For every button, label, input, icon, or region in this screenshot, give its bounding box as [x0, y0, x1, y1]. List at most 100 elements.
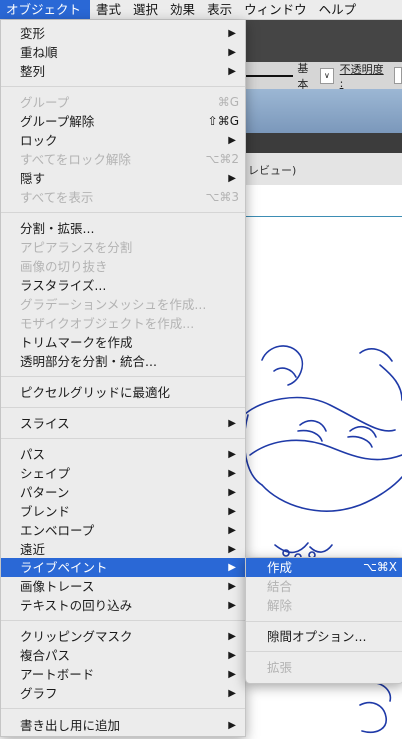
menu-item-label: パターン: [20, 485, 70, 500]
menu-shortcut: ⌥⌘3: [205, 190, 239, 204]
menu-item-label: 解除: [267, 598, 293, 613]
menu-bar: オブジェクト 書式 選択 効果 表示 ウィンドウ ヘルプ: [0, 0, 402, 20]
menu-item-shape[interactable]: シェイプ ▶: [1, 464, 245, 483]
menu-item-clipping-mask[interactable]: クリッピングマスク ▶: [1, 627, 245, 646]
menu-item-label: 作成: [267, 560, 293, 575]
opacity-field[interactable]: [394, 67, 402, 84]
document-tab-label[interactable]: レビュー): [248, 162, 296, 178]
submenu-arrow-icon: ▶: [228, 468, 236, 479]
menu-item-label: 拡張: [267, 660, 293, 675]
menu-item-unlock-all: すべてをロック解除 ⌥⌘2: [1, 150, 245, 169]
menu-item-label: ラスタライズ...: [20, 278, 107, 293]
menu-item-make-pixel-perfect[interactable]: ピクセルグリッドに最適化: [1, 383, 245, 402]
submenu-arrow-icon: ▶: [228, 28, 236, 39]
menu-item-label: ライブペイント: [20, 560, 108, 575]
menu-item-live-paint[interactable]: ライブペイント ▶: [1, 558, 245, 577]
menu-shortcut: ⌥⌘2: [205, 152, 239, 166]
submenu-item-gap-options[interactable]: 隙間オプション...: [246, 627, 402, 646]
menu-item-slice[interactable]: スライス ▶: [1, 414, 245, 433]
menu-item-compound-path[interactable]: 複合パス ▶: [1, 646, 245, 665]
menu-item-label: ブレンド: [20, 504, 71, 519]
menu-item-image-trace[interactable]: 画像トレース ▶: [1, 577, 245, 596]
submenu-arrow-icon: ▶: [228, 449, 236, 460]
menu-item-graph[interactable]: グラフ ▶: [1, 684, 245, 703]
menu-item-label: 画像の切り抜き: [20, 259, 108, 274]
menu-item-expand-appearance: アピアランスを分割: [1, 238, 245, 257]
menu-item-hide[interactable]: 隠す ▶: [1, 169, 245, 188]
menu-item-label: 画像トレース: [20, 579, 95, 594]
menu-item-envelope[interactable]: エンベロープ ▶: [1, 521, 245, 540]
menu-item-label: グラフ: [20, 686, 58, 701]
menu-item-label: 整列: [20, 64, 46, 79]
menu-item-artboards[interactable]: アートボード ▶: [1, 665, 245, 684]
stroke-style-dropdown[interactable]: ∨: [320, 67, 334, 84]
menu-effect[interactable]: 効果: [164, 0, 201, 19]
menu-item-label: 分割・拡張...: [20, 221, 95, 236]
stroke-style-label: 基本: [297, 61, 309, 91]
submenu-arrow-icon: ▶: [228, 487, 236, 498]
menu-item-label: グループ解除: [20, 114, 95, 129]
menu-separator: [246, 651, 402, 652]
menu-item-create-trim-marks[interactable]: トリムマークを作成: [1, 333, 245, 352]
submenu-item-merge: 結合: [246, 577, 402, 596]
menu-view[interactable]: 表示: [201, 0, 238, 19]
menu-item-label: グループ: [20, 95, 70, 110]
menu-item-show-all: すべてを表示 ⌥⌘3: [1, 188, 245, 207]
menu-item-rasterize[interactable]: ラスタライズ...: [1, 276, 245, 295]
menu-item-pattern[interactable]: パターン ▶: [1, 483, 245, 502]
submenu-item-release: 解除: [246, 596, 402, 615]
menu-shortcut: ⌥⌘X: [362, 560, 397, 574]
submenu-arrow-icon: ▶: [228, 135, 236, 146]
menu-item-ungroup[interactable]: グループ解除 ⇧⌘G: [1, 112, 245, 131]
menu-help[interactable]: ヘルプ: [313, 0, 363, 19]
menu-type[interactable]: 書式: [90, 0, 127, 19]
menu-item-label: ピクセルグリッドに最適化: [20, 385, 171, 400]
submenu-arrow-icon: ▶: [228, 688, 236, 699]
menu-item-label: 変形: [20, 26, 46, 41]
menu-item-blend[interactable]: ブレンド ▶: [1, 502, 245, 521]
menu-item-label: グラデーションメッシュを作成...: [20, 297, 207, 312]
live-paint-submenu: 作成 ⌥⌘X 結合 解除 隙間オプション... 拡張: [245, 557, 402, 684]
menu-window[interactable]: ウィンドウ: [238, 0, 313, 19]
menu-item-align[interactable]: 整列 ▶: [1, 62, 245, 81]
menu-separator: [1, 212, 245, 213]
submenu-arrow-icon: ▶: [228, 581, 236, 592]
menu-separator: [1, 407, 245, 408]
menu-separator: [1, 620, 245, 621]
menu-item-label: 透明部分を分割・統合...: [20, 354, 157, 369]
menu-item-label: 隠す: [20, 171, 46, 186]
menu-item-perspective[interactable]: 遠近 ▶: [1, 540, 245, 559]
menu-object[interactable]: オブジェクト: [0, 0, 91, 19]
menu-item-flatten-transparency[interactable]: 透明部分を分割・統合...: [1, 352, 245, 371]
submenu-arrow-icon: ▶: [228, 562, 236, 573]
menu-item-add-to-export[interactable]: 書き出し用に追加 ▶: [1, 716, 245, 735]
menu-item-create-object-mosaic: モザイクオブジェクトを作成...: [1, 314, 245, 333]
opacity-label[interactable]: 不透明度 :: [340, 61, 389, 90]
menu-item-label: ロック: [20, 133, 58, 148]
submenu-item-make[interactable]: 作成 ⌥⌘X: [246, 558, 402, 577]
menu-item-arrange[interactable]: 重ね順 ▶: [1, 43, 245, 62]
menu-separator: [1, 86, 245, 87]
submenu-arrow-icon: ▶: [228, 173, 236, 184]
menu-item-label: 書き出し用に追加: [20, 718, 121, 733]
menu-item-expand[interactable]: 分割・拡張...: [1, 219, 245, 238]
menu-item-crop-image: 画像の切り抜き: [1, 257, 245, 276]
menu-item-text-wrap[interactable]: テキストの回り込み ▶: [1, 596, 245, 615]
submenu-item-expand: 拡張: [246, 658, 402, 677]
menu-item-path[interactable]: パス ▶: [1, 445, 245, 464]
menu-item-label: 遠近: [20, 542, 46, 557]
menu-item-group: グループ ⌘G: [1, 93, 245, 112]
menu-item-label: すべてを表示: [20, 190, 94, 205]
control-bar: 基本 ∨ 不透明度 :: [230, 61, 402, 91]
submenu-arrow-icon: ▶: [228, 66, 236, 77]
menu-item-label: エンベロープ: [20, 523, 95, 538]
menu-select[interactable]: 選択: [127, 0, 164, 19]
stroke-preview: [244, 74, 294, 77]
menu-item-label: 結合: [267, 579, 293, 594]
submenu-arrow-icon: ▶: [228, 631, 236, 642]
menu-item-label: アートボード: [20, 667, 95, 682]
menu-item-lock[interactable]: ロック ▶: [1, 131, 245, 150]
submenu-arrow-icon: ▶: [228, 669, 236, 680]
menu-item-transform[interactable]: 変形 ▶: [1, 24, 245, 43]
menu-item-label: スライス: [20, 416, 70, 431]
